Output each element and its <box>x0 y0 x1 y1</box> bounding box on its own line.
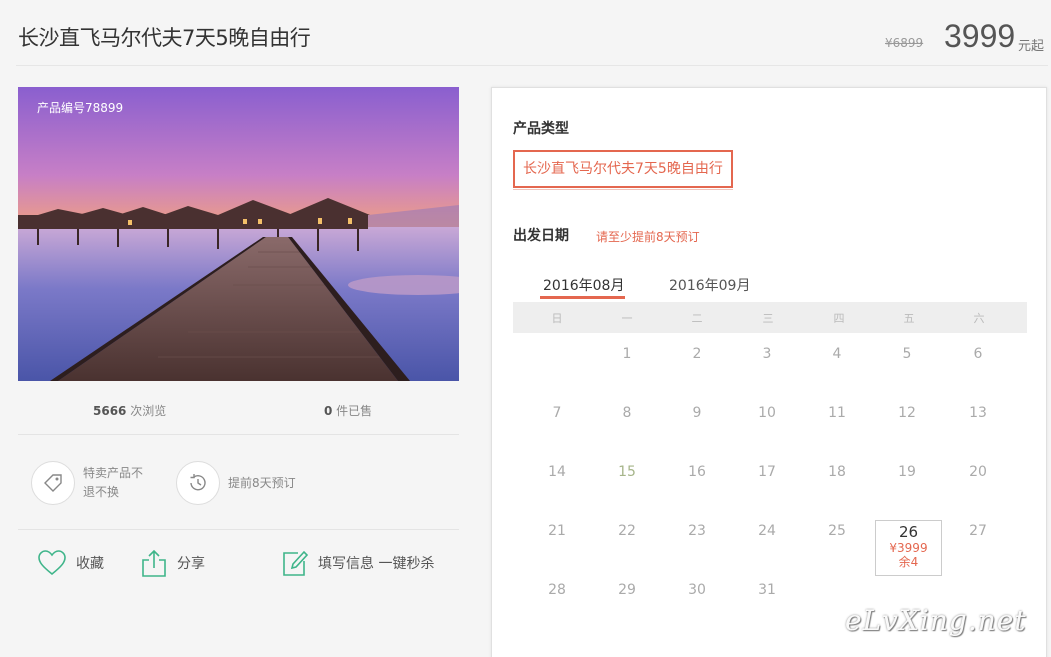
feature-book-ahead: 提前8天预订 <box>176 461 298 505</box>
weekday-label: 一 <box>621 312 633 325</box>
page-header: 长沙直飞马尔代夫7天5晚自由行 ¥6899 3999 元起 <box>0 0 1051 66</box>
watermark: eLvXing.net <box>845 604 1027 637</box>
calendar-day: 1 <box>622 346 632 362</box>
favorite-label: 收藏 <box>76 556 104 572</box>
available-day-remaining: 余4 <box>898 555 919 569</box>
features-divider <box>18 529 459 530</box>
calendar-day: 11 <box>828 405 846 421</box>
product-stats: 5666 次浏览 0 件已售 <box>18 400 459 420</box>
views-label: 次浏览 <box>126 404 167 418</box>
calendar-day: 10 <box>758 405 776 421</box>
calendar-day: 8 <box>622 405 632 421</box>
fill-info-label: 填写信息 一键秒杀 <box>318 556 435 572</box>
calendar-day: 27 <box>969 523 987 539</box>
product-type-label: 产品类型 <box>513 121 569 137</box>
calendar-day: 25 <box>828 523 846 539</box>
booking-hint: 请至少提前8天预订 <box>596 230 700 244</box>
current-price: 3999 <box>944 18 1016 54</box>
product-number: 产品编号78899 <box>37 101 124 115</box>
weekday-label: 日 <box>551 312 563 325</box>
product-photo <box>18 87 459 381</box>
sold-label: 件已售 <box>332 404 373 418</box>
favorite-button[interactable]: 收藏 <box>38 550 104 576</box>
active-month-indicator <box>540 296 625 299</box>
share-button[interactable]: 分享 <box>141 549 205 577</box>
calendar-day: 24 <box>758 523 776 539</box>
stats-divider <box>18 434 459 435</box>
page-title: 长沙直飞马尔代夫7天5晚自由行 <box>18 26 311 50</box>
weekday-label: 六 <box>973 312 985 325</box>
calendar-day: 21 <box>548 523 566 539</box>
tab-month-august[interactable]: 2016年08月 <box>543 275 624 295</box>
tab-month-september[interactable]: 2016年09月 <box>669 275 750 295</box>
original-price: ¥6899 <box>885 36 924 50</box>
views-stat: 5666 次浏览 <box>93 402 166 419</box>
weekday-header: 日 一 二 三 四 五 六 <box>513 302 1027 333</box>
available-day-number: 26 <box>898 523 919 541</box>
share-label: 分享 <box>177 556 205 572</box>
product-type-option[interactable]: 长沙直飞马尔代夫7天5晚自由行 <box>513 150 733 190</box>
feature-no-refund: 特卖产品不退不换 <box>31 461 153 505</box>
calendar-day: 28 <box>548 582 566 598</box>
calendar-day: 3 <box>762 346 772 362</box>
edit-icon <box>282 549 308 577</box>
calendar-day: 5 <box>902 346 912 362</box>
views-count: 5666 <box>93 404 127 418</box>
heart-icon <box>38 550 66 576</box>
calendar-day: 31 <box>758 582 776 598</box>
clock-history-icon <box>176 461 220 505</box>
calendar-day: 12 <box>898 405 916 421</box>
calendar-day: 4 <box>832 346 842 362</box>
calendar-day: 23 <box>688 523 706 539</box>
fill-info-button[interactable]: 填写信息 一键秒杀 <box>282 549 434 577</box>
calendar-day: 6 <box>973 346 983 362</box>
calendar-day: 20 <box>969 464 987 480</box>
tag-icon <box>31 461 75 505</box>
feature-text: 特卖产品不退不换 <box>83 466 144 499</box>
weekday-label: 五 <box>903 312 915 325</box>
sold-stat: 0 件已售 <box>324 402 372 419</box>
calendar-day: 2 <box>692 346 702 362</box>
calendar-day: 7 <box>552 405 562 421</box>
weekday-label: 四 <box>833 312 845 325</box>
weekday-label: 三 <box>762 312 774 325</box>
calendar-day: 13 <box>969 405 987 421</box>
calendar-day: 15 <box>618 464 636 480</box>
calendar-day-available[interactable]: 26 ¥3999 余4 <box>875 520 942 576</box>
calendar-day: 30 <box>688 582 706 598</box>
calendar-day: 14 <box>548 464 566 480</box>
share-icon <box>141 549 167 577</box>
departure-date-label: 出发日期 <box>513 228 569 244</box>
calendar-day: 22 <box>618 523 636 539</box>
calendar-day: 16 <box>688 464 706 480</box>
weekday-label: 二 <box>691 312 703 325</box>
calendar-day: 19 <box>898 464 916 480</box>
calendar-day: 9 <box>692 405 702 421</box>
feature-text: 提前8天预订 <box>228 475 296 490</box>
available-day-price: ¥3999 <box>889 541 928 555</box>
calendar-day: 17 <box>758 464 776 480</box>
price-unit: 元起 <box>1018 39 1045 54</box>
header-divider <box>16 65 1048 66</box>
calendar-day: 29 <box>618 582 636 598</box>
booking-panel: 产品类型 长沙直飞马尔代夫7天5晚自由行 出发日期 请至少提前8天预订 2016… <box>491 87 1047 657</box>
calendar-day: 18 <box>828 464 846 480</box>
